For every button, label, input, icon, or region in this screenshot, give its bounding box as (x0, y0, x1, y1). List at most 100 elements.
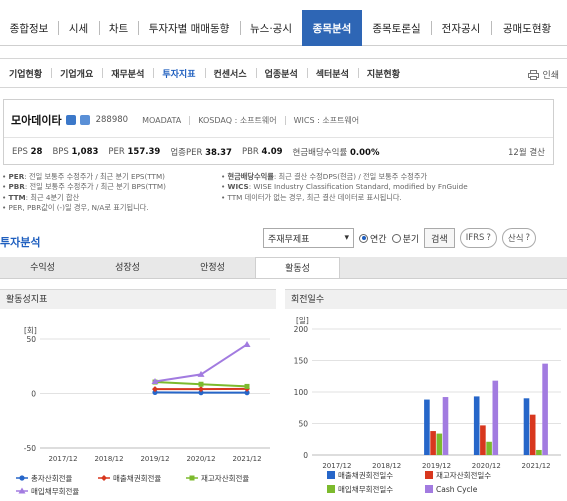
bar (492, 380, 499, 455)
wics-sector: WICS : 소프트웨어 (284, 115, 360, 125)
chevron-down-icon: ▾ (344, 233, 349, 243)
y-tick-label: 150 (294, 357, 309, 366)
tab-stock-analysis[interactable]: 종목분석 (302, 10, 362, 46)
legend-swatch (327, 471, 335, 479)
metric-dividend-yield: 현금배당수익률 0.00% (292, 147, 380, 158)
legend-swatch (425, 471, 433, 479)
bar (536, 449, 542, 455)
statement-select-value: 주재무제표 (268, 234, 310, 245)
radio-quarterly-label: 분기 (402, 234, 420, 245)
turnover-days-chart-panel: 회전일수 0 50 100 150 200 [일] 2017/12 2018/12 2019/1… (285, 289, 567, 501)
statement-select[interactable]: 주재무제표 ▾ (263, 228, 354, 248)
x-tick-label: 2020/12 (472, 462, 501, 470)
subtab-consensus[interactable]: 컨센서스 (204, 67, 256, 80)
legend-label: 총자산회전율 (31, 473, 72, 483)
subtab-sector-analysis[interactable]: 섹터분석 (306, 67, 358, 80)
subtab-financial-analysis[interactable]: 재무분석 (102, 67, 153, 80)
note-wics: • WICS: WISE Industry Classification Sta… (221, 182, 468, 192)
market-sector: KOSDAQ : 소프트웨어 (189, 115, 277, 125)
x-tick-label: 2018/12 (94, 455, 123, 463)
tab-profitability[interactable]: 수익성 (0, 257, 85, 278)
x-tick-label: 2018/12 (372, 462, 401, 470)
note-per: • PER: 전일 보통주 수정주가 / 최근 분기 EPS(TTM) (2, 172, 165, 181)
radio-annual[interactable]: 연간 (359, 232, 387, 245)
legend-label: 매입채무회전일수 (338, 484, 393, 494)
main-nav: 종합정보 시세 차트 투자자별 매매동향 뉴스·공시 종목분석 종목토론실 전자… (0, 10, 567, 46)
ifrs-button[interactable]: IFRS? (459, 228, 497, 248)
data-point (198, 381, 204, 387)
formula-button[interactable]: 산식? (501, 228, 537, 248)
legend-label: 매출채권회전율 (113, 473, 161, 483)
globe-icon[interactable] (79, 115, 90, 125)
company-name: 모아데이타 (11, 114, 62, 127)
x-tick-label: 2017/12 (322, 462, 351, 470)
x-tick-label: 2017/12 (48, 455, 77, 463)
legend-swatch (425, 485, 433, 493)
x-tick-label: 2021/12 (232, 455, 261, 463)
tab-stability[interactable]: 안정성 (170, 257, 255, 278)
turnover-days-bar-chart: 0 50 100 150 200[일] 2017/12 2018/12 2019/12 2020… (294, 316, 561, 494)
legend-marker (19, 475, 25, 481)
tab-disclosure[interactable]: 전자공시 (431, 10, 491, 46)
note-dividend: • 현금배당수익률: 최근 결산 수정DPS(현금) / 전일 보통주 수정주가 (221, 172, 428, 181)
search-button[interactable]: 검색 (424, 228, 455, 248)
help-icon: ? (486, 233, 491, 243)
company-summary: 모아데이타 288980 MOADATA KOSDAQ : 소프트웨어 WICS :… (3, 99, 554, 165)
radio-quarterly[interactable]: 분기 (391, 232, 420, 245)
metric-eps: EPS 28 (12, 146, 43, 157)
tab-investor-trend[interactable]: 투자자별 매매동향 (138, 10, 240, 46)
tab-growth[interactable]: 성장성 (85, 257, 170, 278)
analysis-tabs: 수익성 성장성 안정성 활동성 (0, 257, 567, 279)
y-tick-label: 0 (31, 390, 36, 399)
tab-price[interactable]: 시세 (58, 10, 99, 46)
home-icon[interactable] (65, 115, 76, 125)
bar (424, 399, 430, 455)
data-point (244, 383, 250, 389)
legend-label: 재고자산회전율 (201, 473, 249, 483)
note-ttm-missing: • TTM 데이터가 없는 경우, 최근 결산 데이터로 표시됩니다. (221, 192, 402, 202)
tab-short-selling[interactable]: 공매도현황 (491, 10, 563, 46)
bar (473, 396, 480, 455)
key-metrics: EPS 28 BPS 1,083 PER 157.39 업종PER 38.37 … (4, 137, 553, 165)
y-tick-label: -50 (24, 444, 36, 453)
legend-label: 재고자산회전일수 (436, 470, 491, 480)
metric-sector-per: 업종PER 38.37 (170, 147, 232, 158)
metric-per: PER 157.39 (108, 146, 161, 157)
y-axis-label: [일] (296, 316, 309, 325)
subtab-company-overview[interactable]: 기업개요 (51, 67, 102, 80)
settlement-month: 12월 결산 (508, 147, 545, 158)
subtab-investment-indicators[interactable]: 투자지표 (153, 67, 204, 80)
bar (523, 398, 530, 455)
activity-line-chart: -50 0 50[회] 2017/12 2018/12 2019/12 2020/12 202… (16, 326, 270, 496)
legend-label: 매입채무회전율 (31, 486, 79, 496)
y-tick-label: 0 (303, 451, 308, 460)
english-name: MOADATA (142, 115, 182, 125)
stock-code: 288980 (95, 115, 129, 125)
legend-label: Cash Cycle (436, 485, 478, 494)
radio-annual-dot[interactable] (359, 233, 368, 243)
section-title: 투자분석 (0, 236, 41, 249)
legend-swatch (327, 485, 335, 493)
print-button[interactable]: 인쇄 (528, 68, 559, 81)
subtab-shareholding[interactable]: 지분현황 (357, 67, 409, 80)
company-meta: MOADATA KOSDAQ : 소프트웨어 WICS : 소프트웨어 (142, 115, 360, 126)
y-axis-label: [회] (24, 326, 37, 335)
bar (480, 425, 486, 455)
bar (430, 431, 436, 455)
notes-right: • 현금배당수익률: 최근 결산 수정DPS(현금) / 전일 보통주 수정주가… (221, 172, 567, 203)
y-tick-label: 50 (26, 335, 36, 344)
legend-label: 매출채권회전일수 (338, 470, 393, 480)
subtab-industry-analysis[interactable]: 업종분석 (255, 67, 307, 80)
tab-overview[interactable]: 종합정보 (0, 10, 58, 46)
metric-pbr: PBR 4.09 (241, 146, 283, 157)
bar (486, 441, 492, 455)
tab-news[interactable]: 뉴스·공시 (240, 10, 302, 46)
radio-quarterly-dot[interactable] (391, 233, 401, 243)
tab-chart[interactable]: 차트 (99, 10, 138, 46)
tab-discussion[interactable]: 종목토론실 (362, 10, 431, 46)
subtab-company-status[interactable]: 기업현황 (0, 67, 51, 80)
bar (436, 433, 443, 455)
y-tick-label: 100 (294, 388, 309, 397)
bar (442, 397, 449, 455)
tab-activity[interactable]: 활동성 (255, 257, 340, 278)
